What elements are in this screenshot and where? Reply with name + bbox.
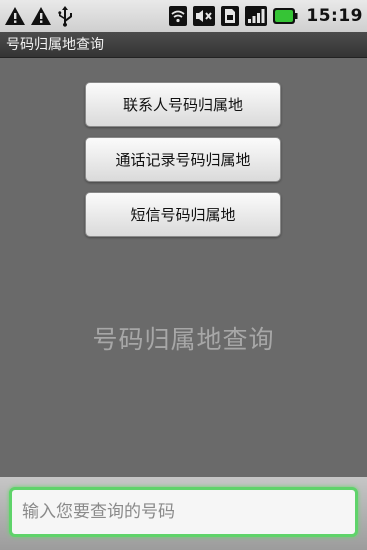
status-bar: 15:19 <box>0 0 367 32</box>
warning-icon <box>31 7 51 25</box>
app-title: 号码归属地查询 <box>6 37 104 53</box>
battery-icon <box>273 8 298 24</box>
contacts-lookup-button[interactable]: 联系人号码归属地 <box>85 82 281 127</box>
status-clock: 15:19 <box>306 6 363 26</box>
call-log-lookup-button[interactable]: 通话记录号码归属地 <box>85 137 281 182</box>
contacts-lookup-button-label: 联系人号码归属地 <box>122 96 243 114</box>
input-panel <box>0 477 367 550</box>
main-content: 联系人号码归属地 通话记录号码归属地 短信号码归属地 号码归属地查询 <box>0 58 367 477</box>
call-log-lookup-button-label: 通话记录号码归属地 <box>115 151 251 169</box>
hero-title: 号码归属地查询 <box>92 325 275 354</box>
sms-lookup-button-label: 短信号码归属地 <box>130 206 236 224</box>
app-title-bar: 号码归属地查询 <box>0 32 367 58</box>
phone-number-input[interactable] <box>9 487 358 537</box>
sim-icon <box>221 6 240 26</box>
warning-icon <box>5 7 25 25</box>
usb-icon <box>58 6 72 27</box>
volume-muted-icon <box>193 6 216 26</box>
wifi-icon <box>169 6 188 26</box>
sms-lookup-button[interactable]: 短信号码归属地 <box>85 192 281 237</box>
signal-icon <box>245 6 268 26</box>
